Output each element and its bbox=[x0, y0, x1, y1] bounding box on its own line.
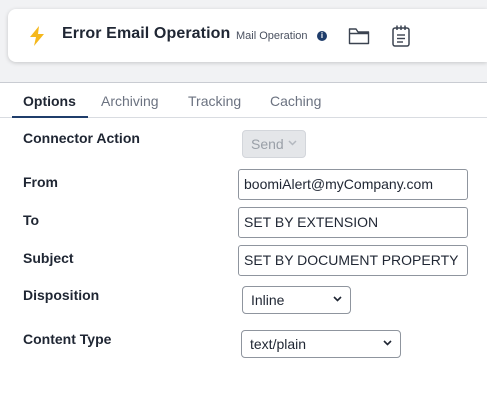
page-title: Error Email Operation bbox=[62, 25, 231, 42]
subject-field[interactable]: SET BY DOCUMENT PROPERTY bbox=[238, 245, 468, 276]
disposition-select[interactable]: Inline bbox=[242, 286, 351, 314]
tab-options[interactable]: Options bbox=[23, 93, 76, 109]
chevron-down-icon bbox=[288, 140, 297, 146]
active-tab-indicator bbox=[12, 116, 88, 118]
disposition-label: Disposition bbox=[23, 287, 100, 303]
info-icon[interactable]: i bbox=[317, 31, 327, 41]
tab-archiving[interactable]: Archiving bbox=[101, 93, 159, 109]
chevron-down-icon bbox=[383, 340, 392, 346]
connector-action-value: Send bbox=[251, 136, 284, 152]
content-type-label: Content Type bbox=[23, 331, 112, 347]
disposition-value: Inline bbox=[251, 292, 285, 308]
from-label: From bbox=[23, 174, 58, 190]
tab-caching[interactable]: Caching bbox=[270, 93, 321, 109]
content-type-value: text/plain bbox=[250, 336, 307, 352]
from-field[interactable]: boomiAlert@myCompany.com bbox=[238, 169, 468, 200]
connector-action-select: Send bbox=[242, 130, 306, 158]
header-divider bbox=[0, 82, 487, 83]
subject-label: Subject bbox=[23, 250, 74, 266]
to-label: To bbox=[23, 212, 40, 228]
chevron-down-icon bbox=[333, 296, 342, 302]
to-field[interactable]: SET BY EXTENSION bbox=[238, 207, 468, 238]
operation-header: Error Email Operation Mail Operation i bbox=[8, 9, 487, 62]
notes-icon[interactable] bbox=[391, 24, 411, 48]
connector-action-label: Connector Action bbox=[23, 130, 140, 146]
content-type-select[interactable]: text/plain bbox=[241, 330, 401, 358]
operation-type-label: Mail Operation bbox=[236, 30, 308, 42]
folder-icon[interactable] bbox=[348, 27, 370, 45]
lightning-bolt-icon bbox=[30, 26, 44, 46]
tab-tracking[interactable]: Tracking bbox=[188, 93, 241, 109]
